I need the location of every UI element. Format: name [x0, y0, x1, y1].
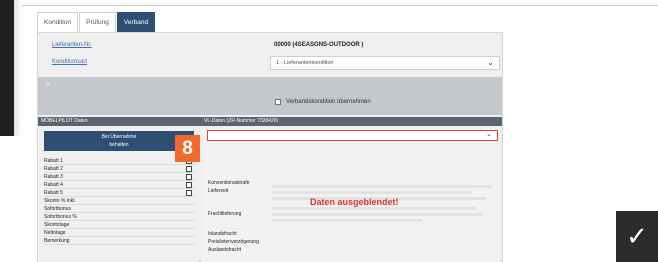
- label-frachtlieferung: Frachtlieferung: [208, 211, 242, 217]
- item-label: Skonto % inkl.: [44, 198, 76, 204]
- list-item-skontotage: Skontotage: [44, 222, 196, 229]
- vl-condition-select[interactable]: ⌄: [207, 130, 498, 141]
- left-dark-bar: [0, 0, 14, 136]
- label-preislistenverzoegerung: Preislistenverzögerung: [208, 239, 259, 245]
- keep-checkbox[interactable]: [186, 190, 192, 196]
- tab-bar: Kondition Prüfung Verband: [37, 12, 156, 32]
- confirm-check-button[interactable]: ✓: [616, 211, 658, 262]
- tab-verband[interactable]: Verband: [116, 12, 156, 32]
- list-item-sofortbonus-pct: Sofortbonus %: [44, 214, 196, 221]
- condition-type-link[interactable]: Konditionsart: [52, 59, 87, 65]
- item-label: Sofortbonus %: [44, 214, 77, 220]
- list-item-nettotage: Nettotage: [44, 230, 196, 237]
- item-label: Nettotage: [44, 230, 66, 236]
- tab-pruefung[interactable]: Prüfung: [79, 12, 116, 32]
- supplier-number-link[interactable]: Lieferanten-Nr.: [52, 42, 92, 48]
- list-item-sofortbonus: Sofortbonus: [44, 206, 196, 213]
- adopt-association-checkbox[interactable]: Verbandskondition übernehmen: [275, 99, 371, 105]
- expand-arrow-icon[interactable]: >: [46, 81, 50, 88]
- item-label: Rabatt 2: [44, 166, 63, 172]
- item-label: Sofortbonus: [44, 206, 71, 212]
- list-item-rabatt-5: Rabatt 5: [44, 190, 196, 197]
- item-label: Rabatt 3: [44, 174, 63, 180]
- right-section-title: VL-Daten (ZR-Nummer 7328420): [204, 118, 279, 124]
- left-bar-shadow: [14, 0, 22, 136]
- label-konventionalstrafe: Konventionalstrafe: [208, 180, 250, 186]
- top-divider: [22, 5, 658, 6]
- keep-header-line2: behalten: [109, 142, 129, 148]
- association-band: > Verbandskondition übernehmen: [38, 77, 502, 115]
- item-label: Rabatt 1: [44, 158, 63, 164]
- data-hidden-message: Daten ausgeblendet!: [310, 197, 399, 207]
- item-label: Rabatt 5: [44, 190, 63, 196]
- list-item-rabatt-3: Rabatt 3: [44, 174, 196, 181]
- verband-panel: Lieferanten-Nr. 00000 (4SEASONS-OUTDOOR …: [37, 32, 503, 262]
- step-number-badge: 8: [175, 135, 200, 162]
- adopt-association-label: Verbandskondition übernehmen: [286, 99, 371, 105]
- keep-checkbox[interactable]: [186, 166, 192, 172]
- keep-checkbox[interactable]: [186, 174, 192, 180]
- supplier-row: Lieferanten-Nr. 00000 (4SEASONS-OUTDOOR …: [38, 39, 502, 53]
- condition-type-value: 1 - Lieferantenkondition: [276, 60, 334, 66]
- item-label: Skontotage: [44, 222, 70, 228]
- list-item-skonto: Skonto % inkl.: [44, 198, 196, 205]
- tab-kondition[interactable]: Kondition: [37, 12, 79, 32]
- list-item-rabatt-1: Rabatt 1: [44, 158, 196, 165]
- list-item-rabatt-4: Rabatt 4: [44, 182, 196, 189]
- chevron-down-icon: ⌄: [487, 58, 494, 67]
- keep-checkbox[interactable]: [186, 182, 192, 188]
- item-label: Rabatt 4: [44, 182, 63, 188]
- chevron-down-icon: ⌄: [486, 131, 492, 138]
- checkbox-icon[interactable]: [275, 99, 281, 105]
- checkmark-icon: ✓: [626, 221, 648, 251]
- section-header-bar: MÖBELPILOT Daten VL-Daten (ZR-Nummer 732…: [38, 117, 502, 126]
- left-section-title: MÖBELPILOT Daten: [41, 118, 88, 124]
- label-lieferzeit: Lieferzeit: [208, 188, 229, 194]
- vl-data: ⌄ Konventionalstrafe Lieferzeit Frachtli…: [202, 127, 500, 262]
- keep-on-adopt-header: Bei Übernahme behalten: [44, 131, 194, 151]
- condition-row: Konditionsart 1 - Lieferantenkondition ⌄: [38, 55, 502, 71]
- keep-header-line1: Bei Übernahme: [101, 134, 137, 140]
- item-label: Bemerkung: [44, 238, 70, 244]
- label-inlandsfracht: Inlandsfracht: [208, 231, 237, 237]
- label-auslandsfracht: Auslandsfracht: [208, 247, 242, 253]
- supplier-number-value: 00000 (4SEASONS-OUTDOOR ): [274, 42, 364, 48]
- list-item-bemerkung: Bemerkung: [44, 238, 196, 245]
- condition-type-select[interactable]: 1 - Lieferantenkondition ⌄: [270, 56, 500, 70]
- list-item-rabatt-2: Rabatt 2: [44, 166, 196, 173]
- moebelpilot-data: Bei Übernahme behalten Rabatt 1 Rabatt 2…: [38, 127, 198, 262]
